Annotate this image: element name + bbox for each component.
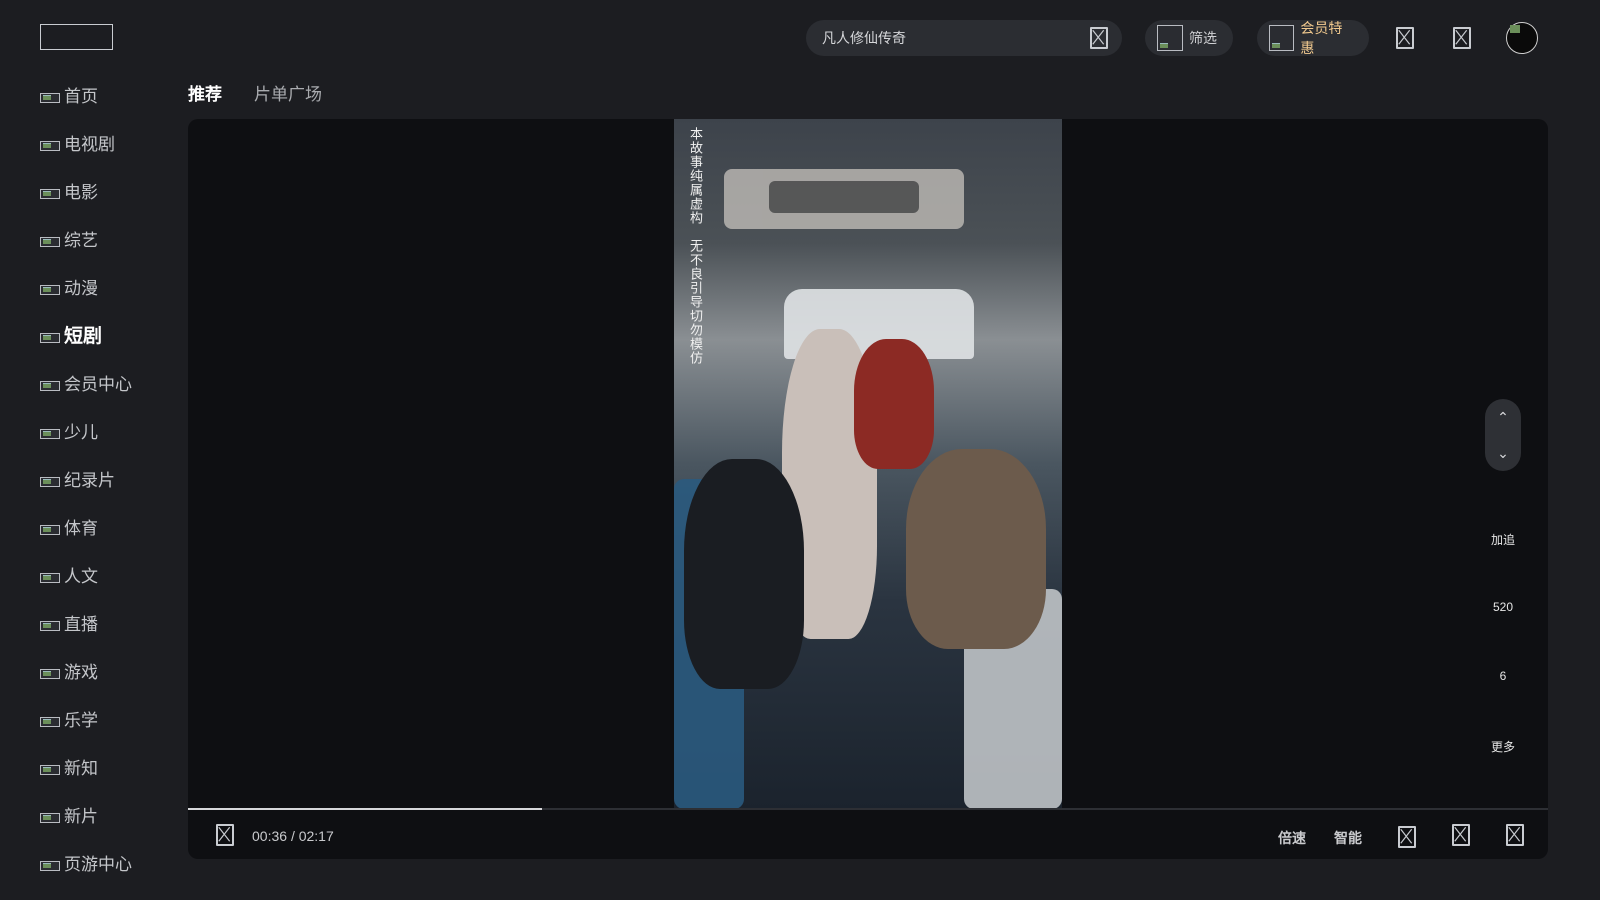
- sidebar-item-vip-center[interactable]: 会员中心: [40, 358, 180, 406]
- filter-label: 筛选: [1189, 30, 1217, 46]
- new-releases-icon: [40, 813, 60, 823]
- person-figure: [906, 449, 1046, 649]
- more-button[interactable]: 更多: [1468, 738, 1538, 755]
- video-frame[interactable]: 本故事纯属虚构 无不良引导切勿模仿: [674, 119, 1062, 809]
- fullscreen-icon[interactable]: [1506, 824, 1524, 846]
- history-icon[interactable]: [1396, 27, 1414, 49]
- next-video-button[interactable]: ⌄: [1497, 445, 1509, 462]
- comment-count[interactable]: 6: [1468, 669, 1538, 683]
- sidebar-item-label: 动漫: [64, 278, 98, 298]
- time-separator: /: [290, 828, 295, 844]
- sidebar-item-label: 短剧: [64, 325, 103, 347]
- player-controls: 00:36 / 02:17 倍速 智能: [188, 810, 1548, 859]
- sidebar-item-live[interactable]: 直播: [40, 598, 180, 646]
- tab-playlist-square[interactable]: 片单广场: [254, 80, 322, 105]
- user-avatar[interactable]: [1506, 22, 1538, 54]
- quality-button[interactable]: 智能: [1334, 828, 1362, 848]
- sidebar-item-anime[interactable]: 动漫: [40, 262, 180, 310]
- previous-video-button[interactable]: ⌃: [1497, 409, 1509, 426]
- vip-icon: [1269, 25, 1295, 51]
- person-figure: [684, 459, 804, 689]
- site-logo[interactable]: [40, 24, 113, 50]
- vip-label: 会员特惠: [1300, 20, 1343, 56]
- search-bar[interactable]: [806, 20, 1122, 56]
- sidebar-item-label: 电影: [64, 182, 98, 202]
- vip-offer-button[interactable]: 会员特惠: [1257, 20, 1369, 56]
- search-input[interactable]: [820, 29, 1090, 47]
- sidebar-item-short-drama[interactable]: 短剧: [40, 310, 180, 358]
- sidebar-item-kids[interactable]: 少儿: [40, 406, 180, 454]
- anime-icon: [40, 285, 60, 295]
- sidebar-item-sports[interactable]: 体育: [40, 502, 180, 550]
- sidebar-item-label: 会员中心: [64, 374, 132, 394]
- sidebar-item-label: 新知: [64, 758, 98, 778]
- sidebar-item-label: 页游中心: [64, 854, 132, 874]
- like-count[interactable]: 520: [1468, 600, 1538, 614]
- video-player[interactable]: 本故事纯属虚构 无不良引导切勿模仿 ⌃ ⌄ 加追 520 6 更多 00:36 …: [188, 119, 1548, 859]
- knowledge-icon: [40, 765, 60, 775]
- sidebar-item-web-games[interactable]: 页游中心: [40, 838, 180, 886]
- sidebar-item-home[interactable]: 首页: [40, 70, 180, 118]
- games-icon: [40, 669, 60, 679]
- sidebar-item-tv[interactable]: 电视剧: [40, 118, 180, 166]
- variety-icon: [40, 237, 60, 247]
- sidebar-item-label: 纪录片: [64, 470, 115, 490]
- sidebar-item-label: 首页: [64, 86, 98, 106]
- time-display: 00:36 / 02:17: [252, 828, 334, 844]
- sidebar-item-label: 游戏: [64, 662, 98, 682]
- person-figure: [854, 339, 934, 469]
- sidebar-item-movie[interactable]: 电影: [40, 166, 180, 214]
- documentary-icon: [40, 477, 60, 487]
- short-drama-icon: [40, 333, 60, 343]
- duration: 02:17: [298, 828, 334, 844]
- sidebar-item-label: 综艺: [64, 230, 98, 250]
- video-nav: ⌃ ⌄: [1485, 399, 1521, 471]
- disclaimer-caption: 本故事纯属虚构 无不良引导切勿模仿: [687, 127, 702, 365]
- volume-icon[interactable]: [1398, 826, 1416, 848]
- picture-in-picture-icon[interactable]: [1452, 824, 1470, 846]
- sidebar-item-knowledge[interactable]: 新知: [40, 742, 180, 790]
- sidebar-item-variety[interactable]: 综艺: [40, 214, 180, 262]
- tv-icon: [40, 141, 60, 151]
- sidebar-nav: 首页 电视剧 电影 综艺 动漫 短剧 会员中心 少儿 纪录片 体育 人文 直播 …: [40, 70, 180, 886]
- content-tabs: 推荐 片单广场: [188, 80, 322, 105]
- movie-icon: [40, 189, 60, 199]
- web-games-icon: [40, 861, 60, 871]
- play-pause-icon[interactable]: [216, 824, 234, 846]
- learning-icon: [40, 717, 60, 727]
- sidebar-item-new-releases[interactable]: 新片: [40, 790, 180, 838]
- sidebar-item-humanities[interactable]: 人文: [40, 550, 180, 598]
- sidebar-item-label: 人文: [64, 566, 98, 586]
- vip-center-icon: [40, 381, 60, 391]
- sidebar-item-label: 新片: [64, 806, 98, 826]
- home-icon: [40, 93, 60, 103]
- current-time: 00:36: [252, 828, 288, 844]
- sports-icon: [40, 525, 60, 535]
- sidebar-item-label: 乐学: [64, 710, 98, 730]
- filter-icon: [1157, 25, 1183, 51]
- live-icon: [40, 621, 60, 631]
- tab-recommended[interactable]: 推荐: [188, 80, 222, 105]
- humanities-icon: [40, 573, 60, 583]
- sidebar-item-label: 直播: [64, 614, 98, 634]
- sidebar-item-label: 少儿: [64, 422, 98, 442]
- kids-icon: [40, 429, 60, 439]
- download-icon[interactable]: [1453, 27, 1471, 49]
- sidebar-item-learning[interactable]: 乐学: [40, 694, 180, 742]
- follow-button[interactable]: 加追: [1468, 531, 1538, 548]
- bus-ceiling-vent: [724, 169, 964, 229]
- search-icon[interactable]: [1090, 27, 1108, 49]
- filter-button[interactable]: 筛选: [1145, 20, 1233, 56]
- speed-button[interactable]: 倍速: [1278, 828, 1306, 848]
- sidebar-item-label: 电视剧: [64, 134, 115, 154]
- sidebar-item-games[interactable]: 游戏: [40, 646, 180, 694]
- sidebar-item-documentary[interactable]: 纪录片: [40, 454, 180, 502]
- sidebar-item-label: 体育: [64, 518, 98, 538]
